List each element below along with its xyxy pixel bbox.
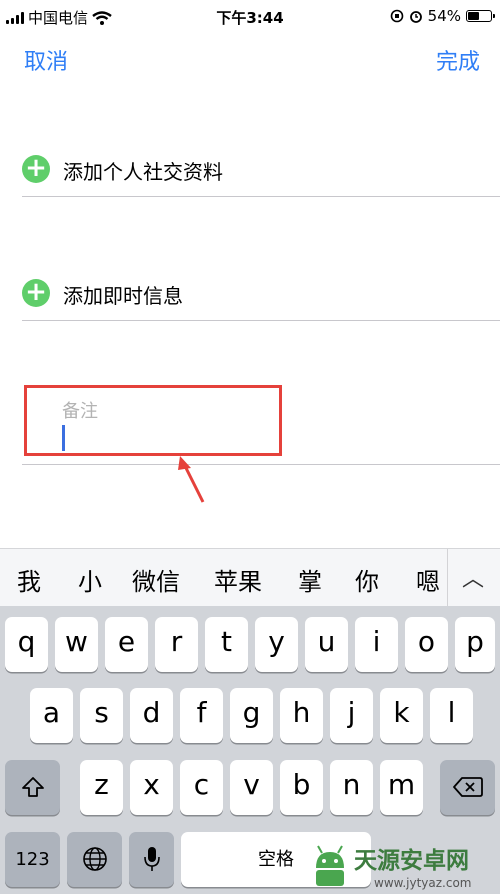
candidate-item[interactable]: 小: [78, 562, 102, 597]
key[interactable]: g: [230, 688, 273, 743]
candidate-item[interactable]: 苹果: [214, 562, 262, 597]
key[interactable]: s: [80, 688, 123, 743]
key[interactable]: j: [330, 688, 373, 743]
orientation-lock-icon: [390, 9, 403, 23]
key[interactable]: h: [280, 688, 323, 743]
shift-key[interactable]: [5, 760, 60, 815]
key[interactable]: q: [5, 617, 48, 672]
divider: [22, 320, 500, 321]
expand-candidates-icon[interactable]: ︿: [462, 561, 484, 593]
add-icon: +: [22, 279, 50, 307]
key[interactable]: w: [55, 617, 98, 672]
watermark-text: 天源安卓网 www.jytyaz.com: [354, 847, 472, 890]
key[interactable]: i: [355, 617, 398, 672]
globe-key[interactable]: [67, 832, 122, 887]
key[interactable]: m: [380, 760, 423, 815]
key[interactable]: x: [130, 760, 173, 815]
key[interactable]: b: [280, 760, 323, 815]
dictation-key[interactable]: [129, 832, 174, 887]
divider: [22, 196, 500, 197]
microphone-icon: [143, 847, 160, 871]
notes-field[interactable]: [24, 385, 282, 456]
key[interactable]: d: [130, 688, 173, 743]
key[interactable]: n: [330, 760, 373, 815]
watermark: 天源安卓网 www.jytyaz.com: [310, 842, 498, 894]
android-logo-icon: [316, 845, 344, 886]
key[interactable]: f: [180, 688, 223, 743]
key[interactable]: k: [380, 688, 423, 743]
battery-percent: 54%: [427, 7, 461, 25]
key[interactable]: z: [80, 760, 123, 815]
candidate-item[interactable]: 你: [355, 562, 379, 597]
key[interactable]: e: [105, 617, 148, 672]
key[interactable]: o: [405, 617, 448, 672]
numbers-key[interactable]: 123: [5, 832, 60, 887]
delete-key[interactable]: [440, 760, 495, 815]
add-social-profile-label: 添加个人社交资料: [63, 160, 223, 184]
svg-text:天源安卓网: 天源安卓网: [354, 847, 469, 874]
key[interactable]: p: [455, 617, 495, 672]
key[interactable]: u: [305, 617, 348, 672]
candidate-separator: [447, 549, 448, 607]
battery-icon: [466, 10, 495, 22]
key[interactable]: t: [205, 617, 248, 672]
backspace-icon: [452, 777, 483, 797]
globe-icon: [82, 847, 107, 871]
add-social-profile-row[interactable]: + 添加个人社交资料: [22, 155, 500, 215]
key[interactable]: v: [230, 760, 273, 815]
status-bar: 中国电信 下午3:44 54%: [0, 0, 500, 34]
annotation-arrow: [178, 456, 205, 503]
key[interactable]: a: [30, 688, 73, 743]
key[interactable]: l: [430, 688, 473, 743]
add-icon: +: [22, 155, 50, 183]
key[interactable]: c: [180, 760, 223, 815]
svg-text:www.jytyaz.com: www.jytyaz.com: [374, 876, 472, 890]
candidate-item[interactable]: 微信: [132, 562, 180, 597]
shift-icon: [21, 777, 44, 797]
key[interactable]: y: [255, 617, 298, 672]
add-instant-message-row[interactable]: + 添加即时信息: [22, 279, 500, 339]
add-instant-message-label: 添加即时信息: [63, 284, 183, 308]
key[interactable]: r: [155, 617, 198, 672]
divider: [22, 464, 500, 465]
alarm-icon: [409, 11, 422, 23]
candidate-item[interactable]: 掌: [298, 562, 322, 597]
done-button[interactable]: 完成: [436, 44, 480, 76]
candidate-bar: 我 小 微信 苹果 掌 你 嗯 ︿: [0, 548, 500, 607]
cancel-button[interactable]: 取消: [24, 44, 68, 76]
candidate-item[interactable]: 我: [17, 562, 41, 597]
candidate-item[interactable]: 嗯: [416, 562, 440, 597]
